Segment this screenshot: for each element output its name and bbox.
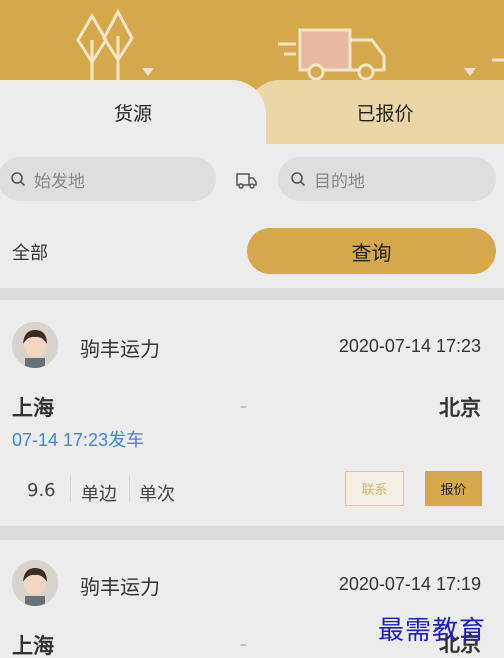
divider [0, 288, 504, 300]
query-button[interactable]: 查询 [247, 228, 496, 274]
spec-divider [70, 476, 71, 502]
tab-cargo-label: 货源 [113, 102, 152, 125]
departure-time: 07-14 17:23发车 [12, 430, 145, 450]
post-time: 2020-07-14 17:19 [338, 574, 481, 594]
origin-city: 上海 [12, 396, 54, 420]
origin-city: 上海 [12, 634, 54, 658]
list-item[interactable]: 驹丰运力 2020-07-14 17:23 上海 – 北京 07-14 17:2… [0, 300, 504, 526]
contact-button[interactable]: 联系 [345, 471, 404, 506]
destination-input[interactable]: 目的地 [278, 157, 496, 201]
origin-input[interactable]: 始发地 [0, 157, 216, 201]
quote-button[interactable]: 报价 [425, 471, 482, 506]
company-name: 驹丰运力 [80, 337, 160, 361]
origin-placeholder: 始发地 [34, 171, 85, 192]
route-dash: – [240, 637, 247, 653]
company-name: 驹丰运力 [80, 575, 160, 599]
swap-truck-icon[interactable] [234, 170, 258, 190]
tab-bar: 货源 已报价 [0, 80, 504, 144]
avatar [12, 560, 58, 606]
post-time: 2020-07-14 17:23 [338, 336, 481, 356]
tab-cargo[interactable]: 货源 [0, 80, 266, 144]
search-icon [291, 172, 306, 187]
truck-icon [278, 28, 386, 81]
tab-quoted-label: 已报价 [356, 102, 414, 125]
watermark: 最需教育 [378, 616, 487, 646]
spec-divider [129, 476, 130, 502]
tree-icon [76, 8, 134, 80]
destination-placeholder: 目的地 [314, 171, 365, 192]
avatar [12, 322, 58, 368]
tab-quoted[interactable]: 已报价 [246, 80, 504, 144]
truck-length: 9.6 [27, 480, 56, 501]
destination-city: 北京 [439, 396, 481, 420]
divider [0, 526, 504, 540]
filter-all[interactable]: 全部 [12, 239, 48, 265]
search-panel: 始发地 目的地 全部 查询 [0, 144, 504, 288]
route-dash: – [240, 399, 247, 415]
search-icon [11, 172, 26, 187]
trip-type: 单边 [81, 484, 117, 505]
trip-frequency: 单次 [139, 484, 175, 505]
